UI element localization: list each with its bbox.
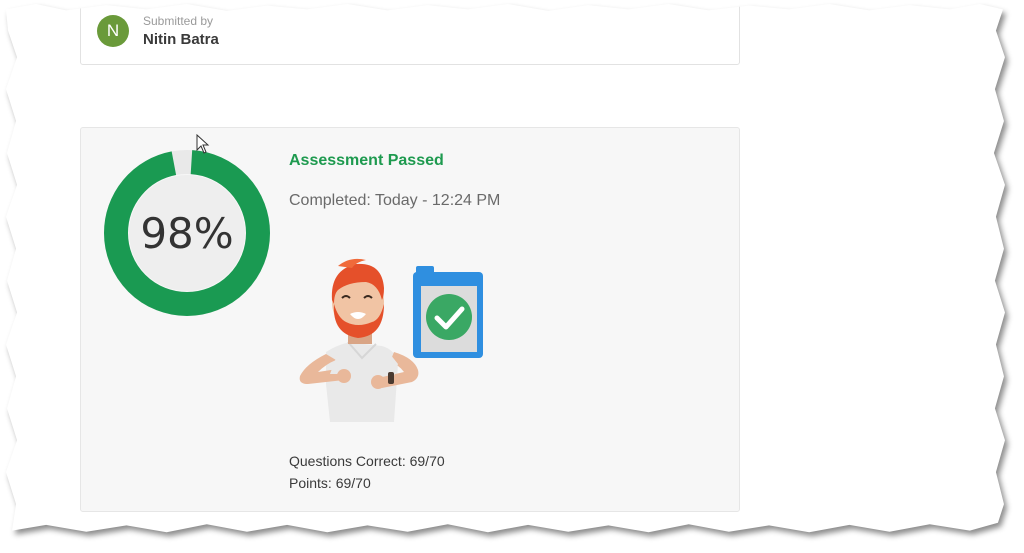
points-value: 69/70 (335, 475, 371, 491)
questions-correct-label: Questions Correct: (289, 453, 406, 469)
submitter-card: N Submitted by Nitin Batra (80, 4, 740, 65)
mouse-pointer-icon (196, 134, 210, 154)
submitted-by-label: Submitted by (143, 14, 214, 28)
questions-correct-row: Questions Correct: 69/70 (289, 450, 445, 472)
page-frame: N Submitted by Nitin Batra 98% Assessmen… (0, 0, 1024, 553)
points-row: Points: 69/70 (289, 472, 445, 494)
person-with-checklist-illustration (299, 258, 483, 422)
torn-paper-background: N Submitted by Nitin Batra 98% Assessmen… (6, 4, 1005, 533)
assessment-status: Assessment Passed (289, 152, 444, 169)
score-stats: Questions Correct: 69/70 Points: 69/70 (289, 450, 445, 494)
points-label: Points: (289, 475, 332, 491)
assessment-result-card: 98% Assessment Passed Completed: Today -… (80, 127, 740, 512)
completed-timestamp: Completed: Today - 12:24 PM (289, 192, 501, 209)
avatar: N (97, 15, 129, 47)
questions-correct-value: 69/70 (409, 453, 445, 469)
score-percent: 98% (140, 208, 234, 258)
submitter-name: Nitin Batra (143, 31, 219, 48)
